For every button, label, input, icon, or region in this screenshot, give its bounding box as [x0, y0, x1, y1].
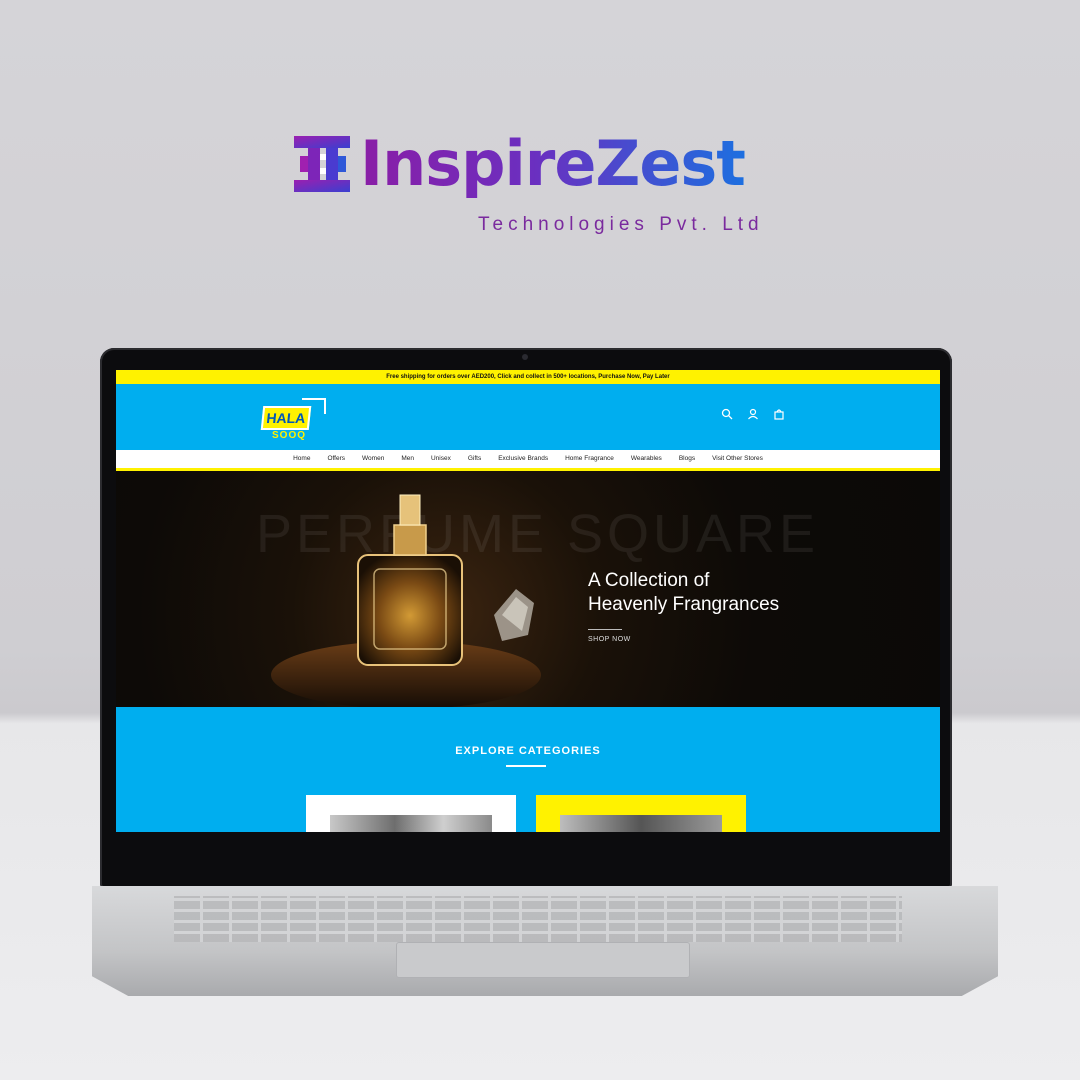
- nav-item-women[interactable]: Women: [362, 450, 384, 468]
- nav-item-home[interactable]: Home: [293, 450, 310, 468]
- webcam-icon: [522, 354, 528, 360]
- inspirezest-brand: InspireZest Technologies Pvt. Ltd: [294, 126, 794, 246]
- website-screen: Free shipping for orders over AED200, Cl…: [116, 370, 940, 832]
- perfume-bottle-image: [271, 494, 541, 707]
- nav-item-home-fragrance[interactable]: Home Fragrance: [565, 450, 614, 468]
- explore-underline: [506, 765, 546, 767]
- category-card-men[interactable]: [536, 795, 746, 832]
- hero-title: A Collection of Heavenly Frangrances: [588, 569, 828, 617]
- laptop-lid: Free shipping for orders over AED200, Cl…: [100, 348, 952, 888]
- hero-banner: PERFUME SQUARE A Collection of Heavenly …: [116, 471, 940, 707]
- site-header: HALA SOOQ: [116, 384, 940, 450]
- nav-item-wearables[interactable]: Wearables: [631, 450, 662, 468]
- trackpad: [396, 942, 690, 978]
- category-image-2: [560, 815, 722, 832]
- main-nav: Home Offers Women Men Unisex Gifts Exclu…: [116, 450, 940, 471]
- account-icon[interactable]: [747, 408, 759, 420]
- logo-bottom-text: SOOQ: [272, 430, 307, 441]
- nav-item-offers[interactable]: Offers: [327, 450, 345, 468]
- inspirezest-logo-icon: [294, 136, 350, 192]
- hero-divider: [588, 629, 622, 630]
- search-icon[interactable]: [721, 408, 733, 420]
- nav-item-exclusive-brands[interactable]: Exclusive Brands: [498, 450, 548, 468]
- hero-title-line2: Heavenly Frangrances: [588, 594, 780, 615]
- nav-item-blogs[interactable]: Blogs: [679, 450, 695, 468]
- hero-title-line1: A Collection of: [588, 570, 710, 591]
- brand-subtitle: Technologies Pvt. Ltd: [478, 214, 764, 235]
- nav-item-men[interactable]: Men: [401, 450, 414, 468]
- category-image-1: [330, 815, 492, 832]
- nav-item-visit-other-stores[interactable]: Visit Other Stores: [712, 450, 763, 468]
- keyboard-rows: [174, 896, 902, 942]
- promo-bar: Free shipping for orders over AED200, Cl…: [116, 370, 940, 384]
- nav-item-gifts[interactable]: Gifts: [468, 450, 481, 468]
- category-card-women[interactable]: [306, 795, 516, 832]
- header-icons: [721, 408, 785, 420]
- logo-top-text: HALA: [260, 406, 312, 430]
- hala-sooq-logo[interactable]: HALA SOOQ: [258, 398, 334, 446]
- laptop-base: [92, 886, 998, 996]
- cart-icon[interactable]: [773, 408, 785, 420]
- explore-categories-section: EXPLORE CATEGORIES: [116, 707, 940, 832]
- shop-now-link[interactable]: SHOP NOW: [588, 636, 631, 643]
- brand-name: InspireZest: [360, 127, 746, 200]
- nav-item-unisex[interactable]: Unisex: [431, 450, 451, 468]
- explore-categories-title: EXPLORE CATEGORIES: [455, 745, 601, 757]
